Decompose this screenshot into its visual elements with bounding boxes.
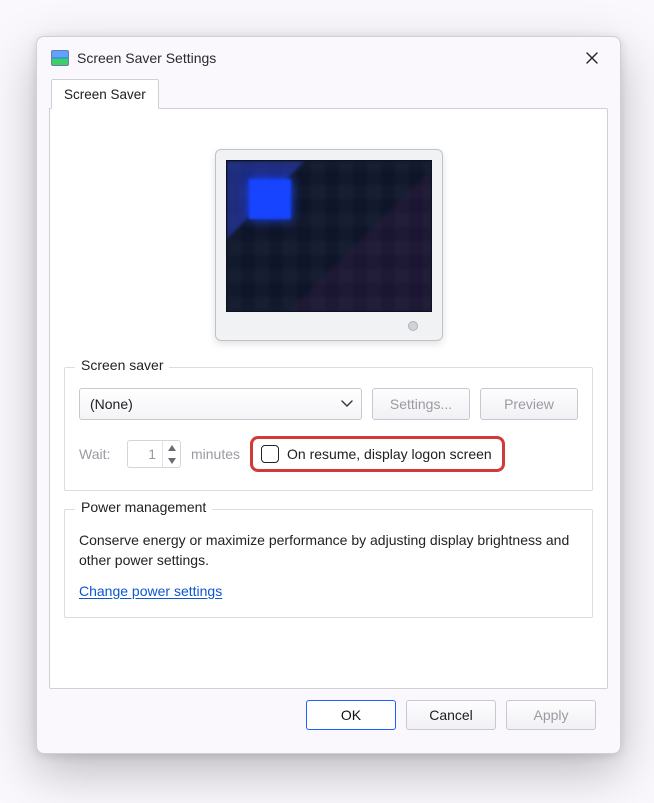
tab-screen-saver[interactable]: Screen Saver [51,79,159,109]
screen-saver-select[interactable]: (None) [79,388,362,420]
tab-panel: Screen saver (None) Settings... Preview [49,108,608,689]
close-button[interactable] [570,42,614,74]
power-management-text: Conserve energy or maximize performance … [79,530,578,571]
titlebar: Screen Saver Settings [37,37,620,79]
wait-spinner[interactable] [127,440,181,468]
screen-saver-select-value: (None) [90,396,133,412]
wait-down-button[interactable] [163,454,180,467]
preview-button[interactable]: Preview [480,388,578,420]
settings-button[interactable]: Settings... [372,388,470,420]
settings-button-label: Settings... [390,396,452,412]
monitor-base [226,312,432,340]
window-title: Screen Saver Settings [77,50,216,66]
ok-button-label: OK [341,707,361,723]
cancel-button-label: Cancel [429,707,473,723]
resume-checkbox[interactable] [261,445,279,463]
resume-highlight: On resume, display logon screen [250,436,505,472]
wait-row: Wait: minutes [79,436,578,472]
preview-button-label: Preview [504,396,554,412]
screen-saver-row: (None) Settings... Preview [79,388,578,420]
power-management-legend: Power management [75,499,212,515]
dialog-footer: OK Cancel Apply [49,689,608,741]
monitor-screen [226,160,432,312]
change-power-settings-link[interactable]: Change power settings [79,583,222,599]
monitor-preview [215,149,443,341]
cancel-button[interactable]: Cancel [406,700,496,730]
close-icon [586,52,598,64]
tab-label: Screen Saver [64,87,146,102]
apply-button[interactable]: Apply [506,700,596,730]
monitor-led-icon [408,321,418,331]
chevron-down-icon [168,458,176,464]
wait-label: Wait: [79,446,117,462]
wait-up-button[interactable] [163,441,180,454]
preview-row [64,123,593,349]
apply-button-label: Apply [533,707,568,723]
ok-button[interactable]: OK [306,700,396,730]
content-area: Screen Saver Screen saver (Non [37,79,620,753]
wait-input[interactable] [128,441,162,467]
wait-unit-label: minutes [191,446,240,462]
tab-row: Screen Saver [49,79,608,109]
chevron-up-icon [168,445,176,451]
resume-checkbox-label: On resume, display logon screen [287,446,492,462]
power-management-group: Power management Conserve energy or maxi… [64,509,593,618]
app-icon [51,50,69,66]
screen-saver-group: Screen saver (None) Settings... Preview [64,367,593,491]
screen-saver-settings-window: Screen Saver Settings Screen Saver [36,36,621,754]
screen-saver-legend: Screen saver [75,357,169,373]
chevron-down-icon [341,400,353,408]
